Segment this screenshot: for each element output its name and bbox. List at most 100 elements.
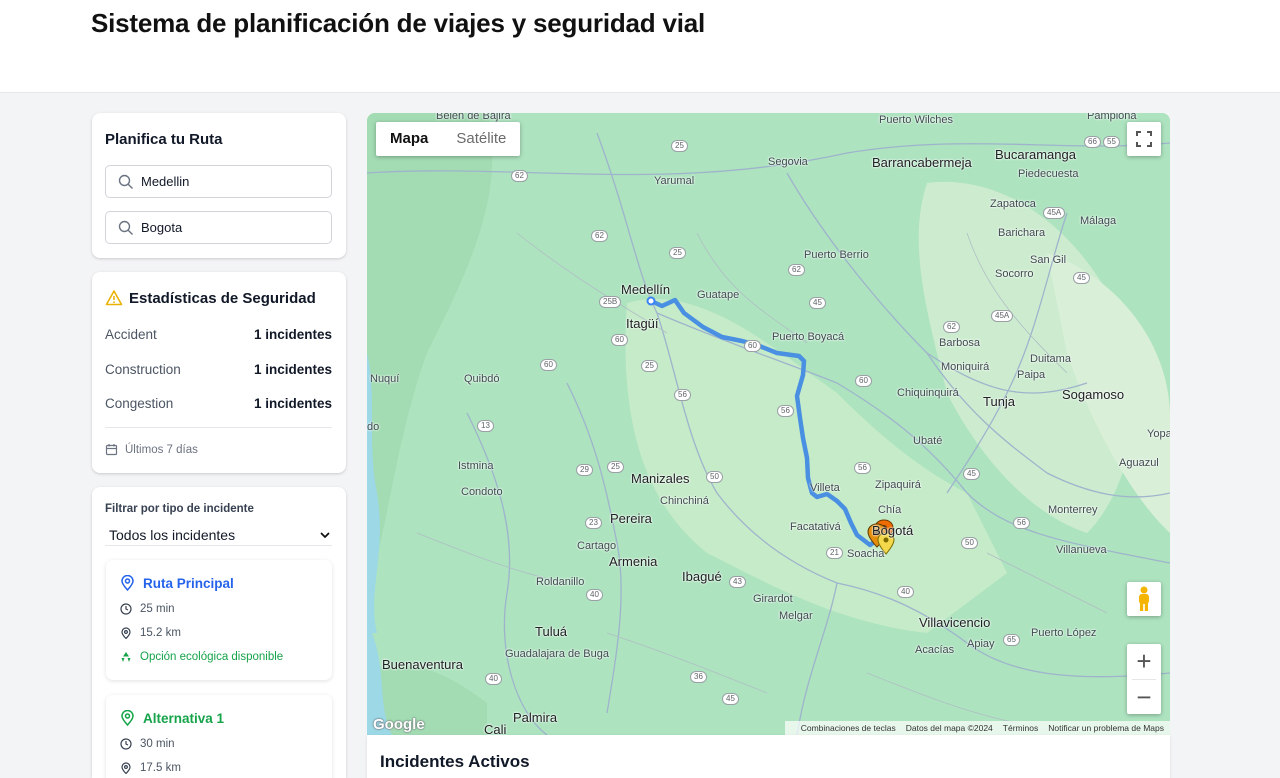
- safety-stats-card: Estadísticas de Seguridad Accident 1 inci…: [92, 272, 346, 473]
- search-icon: [118, 174, 133, 189]
- map-label: Puerto López: [1031, 627, 1097, 639]
- highway-shield: 60: [611, 334, 628, 346]
- origin-field[interactable]: [105, 165, 332, 198]
- map-type-map[interactable]: Mapa: [376, 122, 442, 156]
- stat-label: Accident: [105, 327, 157, 342]
- route-time: 30 min: [120, 738, 175, 750]
- zoom-out-button[interactable]: −: [1127, 679, 1161, 714]
- map-label: Monterrey: [1048, 504, 1098, 516]
- map-label: Puerto Wilches: [879, 114, 953, 126]
- map-label: Aguazul: [1119, 457, 1159, 469]
- highway-shield: 25B: [599, 296, 622, 308]
- highway-shield: 29: [576, 464, 593, 476]
- map-label: Medellín: [621, 282, 671, 297]
- map-type-satellite[interactable]: Satélite: [442, 122, 520, 156]
- map-label: Apiay: [967, 638, 995, 650]
- filter-card: Filtrar por tipo de incidente Todos los …: [92, 487, 346, 778]
- map-label: Villanueva: [1056, 544, 1107, 556]
- report-problem-link[interactable]: Notificar un problema de Maps: [1048, 723, 1164, 733]
- destination-field[interactable]: [105, 211, 332, 244]
- highway-shield: 56: [854, 462, 871, 474]
- page-title: Sistema de planificación de viajes y seg…: [91, 8, 706, 38]
- highway-shield: 45: [1073, 272, 1090, 284]
- map-label: San Gil: [1030, 254, 1067, 266]
- incident-type-select[interactable]: Todos los incidentes: [105, 524, 332, 546]
- map-label: Barrancabermeja: [872, 155, 972, 170]
- route-time: 25 min: [120, 603, 175, 615]
- highway-shield: 45A: [991, 310, 1014, 322]
- map-view[interactable]: Belen de Bajira Puerto Wilches Pamplona …: [367, 113, 1170, 735]
- highway-shield: 25: [641, 360, 658, 372]
- map-attribution: Combinaciones de teclas Datos del mapa ©…: [784, 721, 1170, 735]
- map-label: Guatape: [697, 289, 740, 301]
- route-card-alt[interactable]: Alternativa 1 30 min 17.5 km: [106, 695, 332, 778]
- highway-shield: 65: [1003, 634, 1020, 646]
- calendar-icon: [105, 444, 118, 456]
- map-label: Villeta: [810, 482, 840, 494]
- map-label: Belen de Bajira: [436, 113, 511, 122]
- highway-shield: 62: [511, 170, 528, 182]
- route-name: Alternativa 1: [120, 710, 224, 726]
- highway-shield: 56: [674, 389, 691, 401]
- map-label: Nuquí: [370, 373, 400, 385]
- highway-shield: 40: [586, 589, 603, 601]
- terms-link[interactable]: Términos: [1003, 723, 1038, 733]
- map-label: Zapatoca: [990, 198, 1036, 210]
- map-label: Málaga: [1080, 215, 1117, 227]
- map-label: Soacha: [847, 548, 885, 560]
- stat-value: 1 incidentes: [253, 327, 332, 342]
- route-card-main[interactable]: Ruta Principal 25 min 15.2 km Opción eco…: [106, 560, 332, 680]
- map-label: Paipa: [1017, 369, 1046, 381]
- map-label: Facatativá: [790, 521, 841, 533]
- stat-label: Congestion: [105, 396, 174, 411]
- map-label: Villavicencio: [919, 615, 991, 630]
- highway-shield: 56: [777, 405, 794, 417]
- map-label: Pereira: [610, 511, 652, 526]
- stat-value: 1 incidentes: [253, 362, 332, 377]
- highway-shield: 62: [591, 230, 608, 242]
- map-label: Cali: [484, 722, 507, 735]
- active-incidents-title: Incidentes Activos: [380, 752, 530, 771]
- zoom-in-button[interactable]: +: [1127, 644, 1161, 679]
- origin-input[interactable]: [141, 174, 321, 189]
- route-eco-label: Opción ecológica disponible: [140, 651, 284, 663]
- map-label: Quibdó: [464, 373, 500, 385]
- stats-period-label: Últimos 7 días: [125, 443, 198, 456]
- map-label: Ubaté: [913, 435, 943, 447]
- clock-icon: [120, 603, 132, 615]
- map-label: Barichara: [998, 227, 1046, 239]
- map-label: Tunja: [983, 394, 1016, 409]
- map-data-label: Datos del mapa ©2024: [905, 723, 993, 733]
- destination-input[interactable]: [141, 220, 321, 235]
- active-incidents-card: Incidentes Activos: [367, 735, 1170, 778]
- route-distance-label: 15.2 km: [140, 627, 181, 639]
- highway-shield: 45A: [1043, 207, 1066, 219]
- highway-shield: 40: [485, 673, 502, 685]
- map-label: Puerto Boyacá: [772, 331, 845, 343]
- map-label: Duitama: [1030, 353, 1071, 365]
- street-view-pegman[interactable]: [1127, 582, 1161, 616]
- highway-shield: 40: [897, 586, 914, 598]
- map-label: Bucaramanga: [995, 147, 1076, 162]
- highway-shield: 62: [788, 264, 805, 276]
- highway-shield: 45: [809, 297, 826, 309]
- keyboard-shortcuts-link[interactable]: Combinaciones de teclas: [801, 723, 896, 733]
- zoom-control[interactable]: + −: [1127, 644, 1161, 714]
- map-label: Piedecuesta: [1018, 168, 1079, 180]
- map-label: Barbosa: [939, 337, 980, 349]
- google-logo[interactable]: Google: [373, 716, 425, 733]
- map-type-toggle[interactable]: Mapa Satélite: [376, 122, 521, 156]
- map-label: Itagüí: [626, 316, 659, 331]
- highway-shield: 50: [706, 471, 723, 483]
- app-header: Sistema de planificación de viajes y seg…: [0, 0, 1280, 93]
- map-label: Segovia: [768, 156, 808, 168]
- map-label: Sogamoso: [1062, 387, 1125, 402]
- highway-shield: 45: [963, 468, 980, 480]
- highway-shield: 56: [1013, 517, 1030, 529]
- map-label: Buenaventura: [382, 657, 463, 672]
- route-time-label: 30 min: [140, 738, 175, 750]
- map-label: Acacías: [915, 644, 955, 656]
- highway-shield: 25: [669, 247, 686, 259]
- map-label: Zipaquirá: [875, 479, 921, 491]
- fullscreen-button[interactable]: [1127, 122, 1161, 156]
